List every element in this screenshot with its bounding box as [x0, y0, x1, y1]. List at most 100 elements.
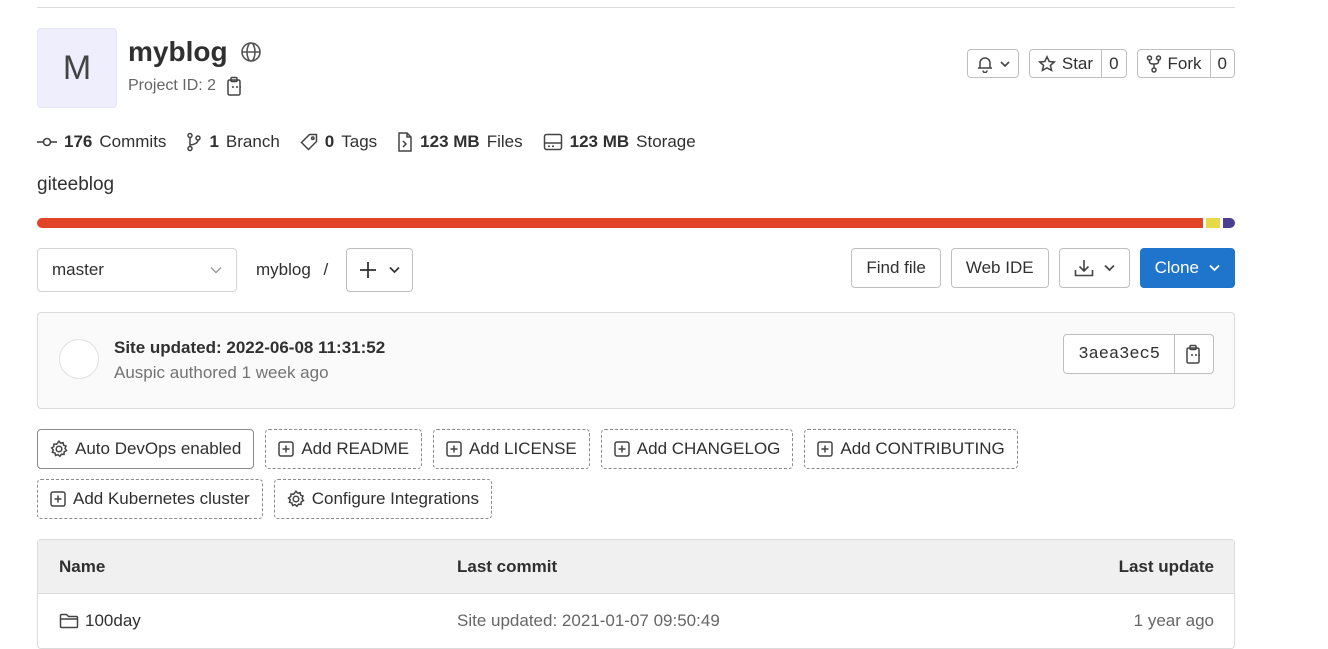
- download-dropdown-button[interactable]: [1058, 248, 1130, 288]
- notification-dropdown[interactable]: [966, 49, 1019, 78]
- file-table: Name Last commit Last update 100day Site…: [37, 539, 1235, 649]
- commit-sha-group: 3aea3ec5: [1063, 334, 1214, 374]
- plus-square-icon: [817, 441, 834, 457]
- copy-icon[interactable]: [226, 76, 244, 96]
- download-icon: [1074, 259, 1094, 277]
- star-icon: [1037, 54, 1056, 73]
- chip-label: Configure Integrations: [311, 489, 479, 508]
- repo-toolbar: Find file Web IDE Clone: [851, 248, 1235, 288]
- copy-icon: [1185, 344, 1203, 364]
- file-icon: [397, 132, 413, 152]
- chevron-down-icon: [1209, 264, 1220, 272]
- auto-devops-button[interactable]: Auto DevOps enabled: [37, 429, 255, 469]
- copy-sha-button[interactable]: [1175, 335, 1213, 373]
- stat-tags[interactable]: 0 Tags: [300, 132, 377, 152]
- fork-button[interactable]: Fork 0: [1136, 49, 1235, 78]
- commit-meta: Auspic authored 1 week ago: [114, 363, 329, 382]
- project-avatar-letter: M: [62, 48, 92, 87]
- add-license-button[interactable]: Add LICENSE: [433, 429, 590, 469]
- breadcrumb-separator: /: [323, 260, 329, 279]
- plus-square-icon: [50, 491, 66, 507]
- clone-button[interactable]: Clone: [1139, 248, 1235, 288]
- chevron-down-icon: [1103, 264, 1115, 272]
- avatar[interactable]: [59, 339, 99, 379]
- stat-commits[interactable]: 176 Commits: [37, 132, 166, 152]
- file-last-commit[interactable]: Site updated: 2021-01-07 09:50:49: [457, 594, 720, 648]
- commit-sha[interactable]: 3aea3ec5: [1064, 335, 1175, 373]
- stat-value: 123 MB: [420, 132, 480, 151]
- column-header-name: Name: [59, 556, 106, 576]
- quick-actions-row: Add Kubernetes cluster Configure Integra…: [37, 479, 492, 519]
- find-file-button[interactable]: Find file: [851, 248, 941, 288]
- branch-selector[interactable]: master: [37, 248, 237, 292]
- star-count[interactable]: 0: [1101, 50, 1125, 77]
- storage-icon: [543, 133, 563, 151]
- top-divider: [37, 7, 1235, 8]
- folder-icon: [59, 613, 79, 629]
- project-avatar[interactable]: M: [37, 28, 117, 108]
- web-ide-button[interactable]: Web IDE: [950, 248, 1049, 288]
- add-dropdown-button[interactable]: [346, 248, 413, 292]
- chip-label: Add Kubernetes cluster: [73, 489, 250, 508]
- language-segment[interactable]: [37, 218, 1203, 228]
- project-id: Project ID: 2: [128, 76, 244, 96]
- bell-icon: [976, 55, 994, 73]
- fork-label: Fork: [1167, 53, 1202, 73]
- language-segment[interactable]: [1223, 218, 1235, 228]
- chip-label: Add README: [301, 439, 410, 458]
- plus-square-icon: [446, 441, 462, 457]
- globe-icon: [240, 41, 262, 63]
- stat-label: Storage: [636, 132, 696, 151]
- configure-integrations-button[interactable]: Configure Integrations: [273, 479, 492, 519]
- column-header-last-commit: Last commit: [457, 556, 558, 576]
- column-header-last-update: Last update: [1118, 556, 1214, 576]
- stat-value: 1: [209, 132, 219, 151]
- project-name[interactable]: myblog: [128, 36, 228, 68]
- star-label: Star: [1061, 53, 1094, 73]
- branch-name: master: [52, 260, 104, 279]
- chevron-down-icon: [389, 266, 400, 274]
- stat-files[interactable]: 123 MB Files: [397, 132, 523, 152]
- stat-label: Files: [486, 132, 523, 151]
- star-button[interactable]: Star 0: [1028, 49, 1127, 78]
- plus-square-icon: [614, 441, 630, 457]
- project-stats: 176 Commits 1 Branch 0 Tags 123 MB Files…: [37, 132, 696, 152]
- branch-icon: [186, 132, 202, 152]
- language-segment[interactable]: [1206, 218, 1220, 228]
- gear-icon: [50, 440, 68, 458]
- file-last-update: 1 year ago: [1133, 611, 1214, 630]
- add-contributing-button[interactable]: Add CONTRIBUTING: [804, 429, 1018, 469]
- stat-label: Commits: [99, 132, 167, 151]
- plus-square-icon: [278, 441, 295, 457]
- add-changelog-button[interactable]: Add CHANGELOG: [600, 429, 794, 469]
- last-commit-panel: Site updated: 2022-06-08 11:31:52 Auspic…: [37, 312, 1235, 409]
- stat-branches[interactable]: 1 Branch: [186, 132, 280, 152]
- breadcrumb-project[interactable]: myblog: [256, 260, 311, 279]
- stat-label: Tags: [341, 132, 378, 151]
- chip-label: Add LICENSE: [469, 439, 577, 458]
- commit-icon: [37, 135, 57, 149]
- quick-actions-row: Auto DevOps enabled Add README Add LICEN…: [37, 429, 1018, 469]
- chip-label: Auto DevOps enabled: [75, 439, 242, 458]
- project-id-label: Project ID: 2: [128, 77, 217, 94]
- stat-value: 176: [64, 132, 93, 151]
- plus-icon: [359, 261, 377, 279]
- breadcrumb: myblog /: [256, 260, 328, 280]
- language-bar[interactable]: [37, 218, 1235, 228]
- stat-value: 123 MB: [569, 132, 630, 151]
- fork-count[interactable]: 0: [1209, 50, 1234, 77]
- stat-storage[interactable]: 123 MB Storage: [543, 132, 696, 152]
- header-actions: Star 0 Fork 0: [966, 49, 1235, 78]
- file-name: 100day: [85, 611, 141, 630]
- stat-value: 0: [324, 132, 335, 151]
- stat-label: Branch: [225, 132, 280, 151]
- chevron-down-icon: [1000, 60, 1010, 68]
- add-readme-button[interactable]: Add README: [265, 429, 423, 469]
- table-row[interactable]: 100day Site updated: 2021-01-07 09:50:49…: [38, 594, 1234, 648]
- file-name-cell[interactable]: 100day: [59, 594, 141, 648]
- project-description: giteeblog: [37, 174, 115, 195]
- chip-label: Add CONTRIBUTING: [840, 439, 1005, 458]
- add-kubernetes-cluster-button[interactable]: Add Kubernetes cluster: [37, 479, 263, 519]
- commit-title[interactable]: Site updated: 2022-06-08 11:31:52: [114, 338, 385, 358]
- chevron-down-icon: [210, 266, 222, 274]
